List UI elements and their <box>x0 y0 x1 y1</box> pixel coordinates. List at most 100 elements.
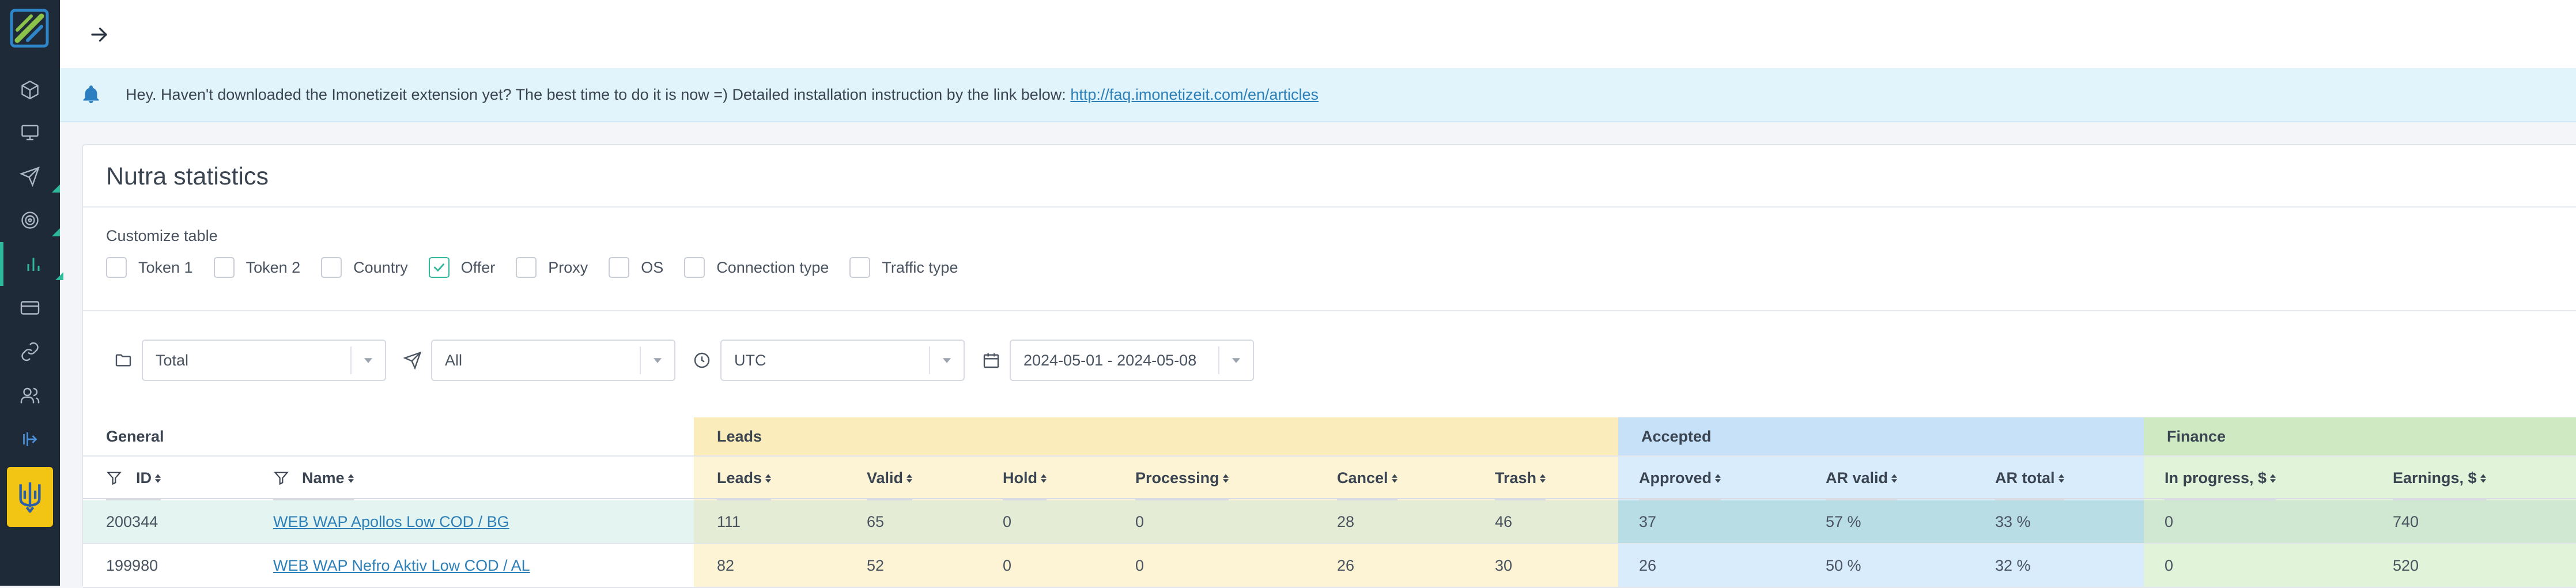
column-header-id[interactable]: ID <box>106 457 161 500</box>
column-header-hold[interactable]: Hold <box>1003 457 1047 500</box>
group-select-value: Total <box>156 351 189 369</box>
checkbox-token-2[interactable]: Token 2 <box>213 257 300 278</box>
cell-ar-total: 32 % <box>1995 556 2031 574</box>
faq-link[interactable]: http://faq.imonetizeit.com/en/articles <box>1070 86 1319 103</box>
send-icon <box>402 350 423 371</box>
checkbox-offer[interactable]: Offer <box>428 257 495 278</box>
sort-icon <box>1391 469 1397 487</box>
checkbox-unchecked[interactable] <box>684 257 705 278</box>
column-header-name[interactable]: Name <box>273 457 354 500</box>
cell-leads: 111 <box>717 512 741 530</box>
column-header-processing[interactable]: Processing <box>1135 457 1229 500</box>
target-icon <box>21 212 39 229</box>
cell-leads: 82 <box>717 556 735 574</box>
sidebar-item-referrals[interactable] <box>0 374 60 417</box>
group-header-leads: Leads <box>694 417 1618 457</box>
stream-select[interactable]: All <box>431 340 675 381</box>
checkbox-unchecked[interactable] <box>849 257 871 278</box>
trident-icon <box>19 482 41 513</box>
back-button[interactable] <box>86 22 112 47</box>
sidebar-item-landings[interactable] <box>0 111 60 154</box>
cell-valid: 52 <box>867 556 885 574</box>
checkbox-unchecked[interactable] <box>213 257 235 278</box>
checkbox-connection-type[interactable]: Connection type <box>684 257 829 278</box>
column-header-cancel[interactable]: Cancel <box>1337 457 1397 500</box>
checkbox-traffic-type[interactable]: Traffic type <box>849 257 958 278</box>
sidebar-item-targets[interactable] <box>0 198 60 242</box>
bar-chart-icon <box>27 258 40 271</box>
checkbox-os[interactable]: OS <box>609 257 663 278</box>
cell-approved: 37 <box>1639 512 1657 530</box>
cell-earnings: 520 <box>2393 556 2419 574</box>
sidebar-item-payments[interactable] <box>0 286 60 330</box>
checkbox-unchecked[interactable] <box>609 257 630 278</box>
credit-card-icon <box>20 301 40 315</box>
checkbox-country[interactable]: Country <box>321 257 408 278</box>
group-header-finance: Finance <box>2144 417 2576 457</box>
column-label: Name <box>302 469 345 487</box>
checkbox-token-1[interactable]: Token 1 <box>106 257 193 278</box>
app-logo[interactable] <box>9 8 50 48</box>
cube-icon <box>21 80 39 100</box>
tools-icon <box>23 432 37 446</box>
column-label: Valid <box>867 469 904 487</box>
expand-indicator <box>52 184 60 193</box>
top-bar <box>60 0 2576 69</box>
column-header-valid[interactable]: Valid <box>867 457 913 500</box>
offer-link[interactable]: WEB WAP Nefro Aktiv Low COD / AL <box>273 557 530 575</box>
sort-icon <box>1041 469 1047 487</box>
sidebar-item-statistics[interactable] <box>0 242 63 286</box>
customize-table-label: Customize table <box>106 227 218 244</box>
sort-icon <box>2480 469 2486 487</box>
column-header-ar-total[interactable]: AR total <box>1995 457 2064 500</box>
cell-in-progress: 0 <box>2165 556 2174 574</box>
sidebar-item-links[interactable] <box>0 330 60 374</box>
group-select[interactable]: Total <box>142 340 386 381</box>
divider <box>83 206 2576 208</box>
expand-indicator <box>52 228 60 236</box>
checkbox-label: Traffic type <box>882 258 958 276</box>
column-header-trash[interactable]: Trash <box>1495 457 1546 500</box>
table-row[interactable]: 199980 WEB WAP Nefro Aktiv Low COD / AL 82… <box>83 544 2576 588</box>
column-label: Trash <box>1495 469 1537 487</box>
checkbox-unchecked[interactable] <box>106 257 127 278</box>
row-bg-leads <box>694 500 1618 543</box>
checkbox-unchecked[interactable] <box>321 257 342 278</box>
date-range-picker[interactable]: 2024-05-01 - 2024-05-08 <box>1010 340 1254 381</box>
cell-name: WEB WAP Nefro Aktiv Low COD / AL <box>273 544 530 587</box>
row-bg-accepted <box>1618 500 2144 543</box>
cell-earnings: 740 <box>2393 512 2419 530</box>
offer-link[interactable]: WEB WAP Apollos Low COD / BG <box>273 513 509 531</box>
column-header-ar-valid[interactable]: AR valid <box>1826 457 1898 500</box>
bell-icon <box>80 83 103 106</box>
cell-trash: 30 <box>1495 556 1513 574</box>
checkbox-label: OS <box>641 258 664 276</box>
sort-icon <box>155 469 161 487</box>
checkbox-proxy[interactable]: Proxy <box>516 257 588 278</box>
notice-message: Hey. Haven't downloaded the Imonetizeit … <box>126 85 1066 103</box>
send-icon <box>20 167 40 187</box>
checkbox-checked[interactable] <box>428 257 450 278</box>
ukraine-support-badge[interactable] <box>7 467 53 527</box>
statistics-panel: Nutra statistics Customize table Token 1… <box>82 144 2576 443</box>
column-header-earnings[interactable]: Earnings, $ <box>2393 457 2486 500</box>
filter-icon <box>274 472 289 485</box>
column-label: ID <box>136 469 152 487</box>
timezone-select[interactable]: UTC <box>720 340 965 381</box>
cell-cancel: 28 <box>1337 512 1355 530</box>
column-header-in-progress[interactable]: In progress, $ <box>2165 457 2276 500</box>
sidebar-item-tools[interactable] <box>0 417 60 461</box>
sidebar-item-offers[interactable] <box>0 68 60 112</box>
sidebar-item-streams[interactable] <box>0 154 60 198</box>
sort-icon <box>1222 469 1229 487</box>
cell-ar-total: 33 % <box>1995 512 2031 530</box>
sidebar <box>0 0 63 586</box>
checkbox-unchecked[interactable] <box>516 257 537 278</box>
checkbox-label: Token 1 <box>138 258 193 276</box>
column-header-approved[interactable]: Approved <box>1639 457 1721 500</box>
table-row[interactable]: 200344 WEB WAP Apollos Low COD / BG 111 65 0… <box>83 500 2576 544</box>
column-label: Cancel <box>1337 469 1388 487</box>
page-title: Nutra statistics <box>106 163 269 190</box>
chevron-down-icon <box>929 346 964 374</box>
column-header-leads[interactable]: Leads <box>717 457 772 500</box>
